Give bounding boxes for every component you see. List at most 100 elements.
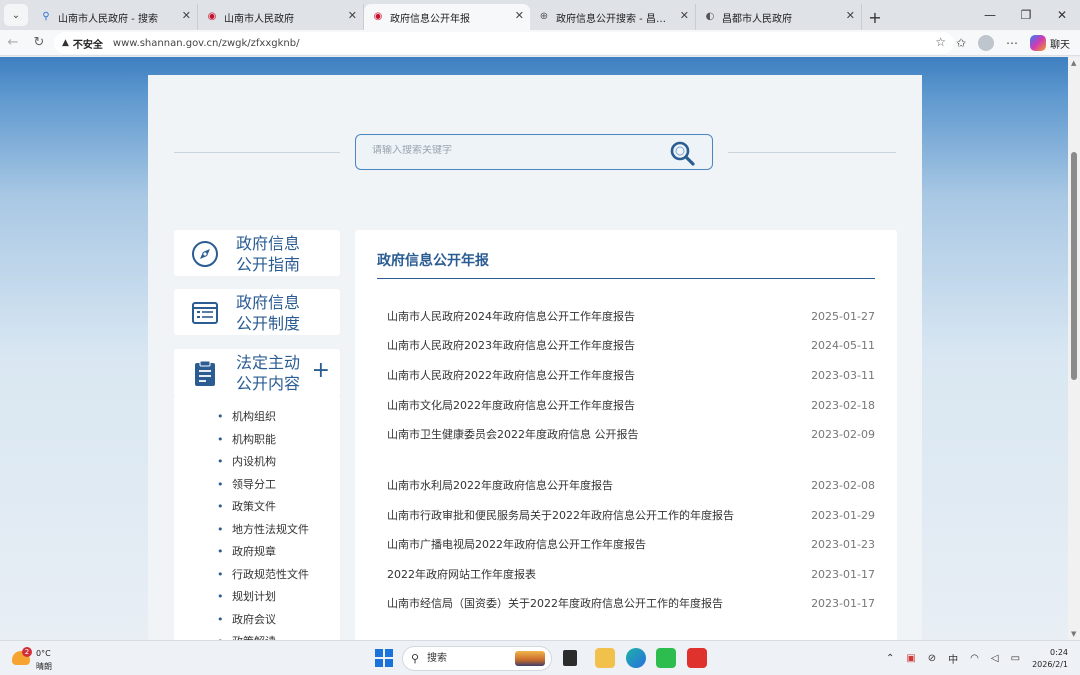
submenu-item[interactable]: 内设机构: [174, 451, 340, 474]
tab-actions-menu[interactable]: ⌄: [4, 4, 28, 26]
clock[interactable]: 0:24 2026/2/1: [1032, 647, 1068, 671]
report-date: 2023-01-17: [811, 567, 875, 581]
url-text[interactable]: www.shannan.gov.cn/zwgk/zfxxgknb/: [113, 38, 300, 49]
section-title: 政府信息公开年报: [377, 253, 489, 269]
search-highlight-image: [515, 651, 545, 666]
close-icon[interactable]: ✕: [515, 9, 524, 22]
close-icon[interactable]: ✕: [182, 9, 191, 22]
report-date: 2023-02-09: [811, 427, 875, 441]
close-icon[interactable]: ✕: [846, 9, 855, 22]
chevron-up-icon[interactable]: ⌃: [886, 653, 894, 664]
report-link[interactable]: 山南市人民政府2023年政府信息公开工作年度报告: [387, 337, 635, 353]
list-item[interactable]: 山南市经信局（国资委）关于2022年度政府信息公开工作的年度报告 2023-01…: [387, 594, 875, 612]
report-link[interactable]: 山南市文化局2022年度政府信息公开工作年度报告: [387, 397, 635, 413]
browser-tab[interactable]: ⊕ 政府信息公开搜索 - 昌都市人民政 ✕: [530, 4, 696, 30]
submenu-item[interactable]: 行政规范性文件: [174, 564, 340, 587]
taskbar-search[interactable]: ⚲ 搜索: [402, 646, 552, 671]
volume-icon[interactable]: ◁: [991, 653, 999, 664]
submenu-item[interactable]: 规划计划: [174, 586, 340, 609]
file-explorer-icon[interactable]: [595, 648, 615, 668]
list-item[interactable]: 山南市行政审批和便民服务局关于2022年政府信息公开工作的年度报告 2023-0…: [387, 506, 875, 524]
start-button[interactable]: [375, 649, 393, 667]
address-bar[interactable]: ▲ 不安全 www.shannan.gov.cn/zwgk/zfxxgknb/ …: [54, 32, 954, 54]
list-item[interactable]: 山南市广播电视局2022年政府信息公开工作年度报告 2023-01-23: [387, 535, 875, 553]
statutory-content-submenu: 机构组织 机构职能 内设机构 领导分工 政策文件 地方性法规文件 政府规章 行政…: [174, 397, 340, 640]
scroll-down-icon[interactable]: ▼: [1071, 630, 1076, 638]
submenu-item[interactable]: 政府会议: [174, 609, 340, 632]
submenu-item[interactable]: 地方性法规文件: [174, 519, 340, 542]
sidebar-item-disclosure-guide[interactable]: 政府信息 公开指南: [174, 230, 340, 276]
report-link[interactable]: 2022年政府网站工作年度报表: [387, 566, 536, 582]
emblem-icon: ◉: [373, 11, 383, 22]
submenu-item[interactable]: 机构组织: [174, 406, 340, 429]
sidebar-item-label: 政府信息 公开制度: [236, 292, 316, 334]
submenu-item[interactable]: 政策解读: [174, 631, 340, 640]
report-link[interactable]: 山南市水利局2022年度政府信息公开年度报告: [387, 477, 613, 493]
reload-button[interactable]: ↻: [26, 30, 52, 56]
input-method-indicator[interactable]: 中: [948, 651, 958, 666]
minimize-button[interactable]: —: [972, 0, 1008, 30]
back-button[interactable]: ←: [0, 30, 26, 56]
submenu-item[interactable]: 机构职能: [174, 429, 340, 452]
list-item[interactable]: 山南市人民政府2023年政府信息公开工作年度报告 2024-05-11: [387, 336, 875, 354]
sidebar-item-statutory-content[interactable]: 法定主动 公开内容 +: [174, 349, 340, 397]
expand-icon[interactable]: +: [312, 359, 330, 383]
browser-tab[interactable]: ⚲ 山南市人民政府 - 搜索 ✕: [32, 4, 198, 30]
browser-tab[interactable]: ◐ 昌都市人民政府 ✕: [696, 4, 862, 30]
submenu-item[interactable]: 领导分工: [174, 474, 340, 497]
browser-tab-active[interactable]: ◉ 政府信息公开年报 ✕: [364, 4, 530, 30]
copilot-icon[interactable]: [1030, 35, 1046, 51]
more-icon[interactable]: ⋯: [1006, 36, 1018, 50]
weather-condition: 晴朗: [36, 662, 52, 671]
list-item[interactable]: 2022年政府网站工作年度报表 2023-01-17: [387, 565, 875, 583]
profile-avatar[interactable]: [978, 35, 994, 51]
edge-browser-icon[interactable]: [626, 648, 646, 668]
report-link[interactable]: 山南市广播电视局2022年政府信息公开工作年度报告: [387, 536, 646, 552]
report-link[interactable]: 山南市经信局（国资委）关于2022年度政府信息公开工作的年度报告: [387, 595, 723, 611]
report-link[interactable]: 山南市人民政府2022年政府信息公开工作年度报告: [387, 367, 635, 383]
task-view-icon[interactable]: [563, 650, 577, 666]
report-link[interactable]: 山南市行政审批和便民服务局关于2022年政府信息公开工作的年度报告: [387, 507, 734, 523]
star-icon[interactable]: ☆: [935, 35, 946, 49]
report-link[interactable]: 山南市人民政府2024年政府信息公开工作年度报告: [387, 308, 635, 324]
submenu-item[interactable]: 政策文件: [174, 496, 340, 519]
list-item[interactable]: 山南市人民政府2022年政府信息公开工作年度报告 2023-03-11: [387, 366, 875, 384]
wps-office-icon[interactable]: [687, 648, 707, 668]
scrollbar-thumb[interactable]: [1071, 152, 1077, 380]
report-link[interactable]: 山南市卫生健康委员会2022年度政府信息 公开报告: [387, 426, 639, 442]
search-input[interactable]: [372, 145, 652, 156]
scroll-up-icon[interactable]: ▲: [1071, 59, 1076, 67]
close-icon[interactable]: ✕: [348, 9, 357, 22]
system-tray: ⌃ ▣ ⊘ 中 ◠ ◁ ▭ 0:24 2026/2/1: [886, 641, 1080, 675]
tab-title: 政府信息公开年报: [390, 13, 470, 25]
annual-report-panel: 政府信息公开年报 山南市人民政府2024年政府信息公开工作年度报告 2025-0…: [355, 230, 897, 640]
no-sync-icon[interactable]: ⊘: [928, 653, 936, 664]
sidebar-item-disclosure-system[interactable]: 政府信息 公开制度: [174, 289, 340, 335]
chat-label[interactable]: 聊天: [1050, 36, 1070, 51]
security-label[interactable]: 不安全: [73, 36, 103, 51]
weather-widget[interactable]: 2 0°C 晴朗: [10, 645, 70, 673]
report-date: 2023-03-11: [811, 368, 875, 382]
report-date: 2023-02-18: [811, 398, 875, 412]
app-tray-icon[interactable]: ▣: [906, 653, 915, 664]
list-item[interactable]: 山南市人民政府2024年政府信息公开工作年度报告 2025-01-27: [387, 307, 875, 325]
restore-button[interactable]: ❐: [1008, 0, 1044, 30]
new-tab-button[interactable]: +: [862, 4, 888, 30]
report-date: 2023-01-17: [811, 596, 875, 610]
browser-tab[interactable]: ◉ 山南市人民政府 ✕: [198, 4, 364, 30]
label-line: 政府信息: [236, 234, 301, 253]
battery-icon[interactable]: ▭: [1011, 653, 1020, 664]
close-icon[interactable]: ✕: [680, 9, 689, 22]
close-window-button[interactable]: ✕: [1044, 0, 1080, 30]
browser-toolbar: ← ↻ ▲ 不安全 www.shannan.gov.cn/zwgk/zfxxgk…: [0, 30, 1080, 56]
wechat-icon[interactable]: [656, 648, 676, 668]
favorites-icon[interactable]: ✩: [956, 36, 966, 50]
list-item[interactable]: 山南市卫生健康委员会2022年度政府信息 公开报告 2023-02-09: [387, 425, 875, 443]
search-icon[interactable]: [668, 139, 698, 167]
wifi-icon[interactable]: ◠: [970, 653, 979, 664]
list-item[interactable]: 山南市文化局2022年度政府信息公开工作年度报告 2023-02-18: [387, 396, 875, 414]
submenu-item[interactable]: 政府规章: [174, 541, 340, 564]
page-scrollbar[interactable]: ▲ ▼: [1068, 57, 1080, 640]
list-item[interactable]: 山南市水利局2022年度政府信息公开年度报告 2023-02-08: [387, 476, 875, 494]
label-line: 公开制度: [236, 314, 301, 333]
